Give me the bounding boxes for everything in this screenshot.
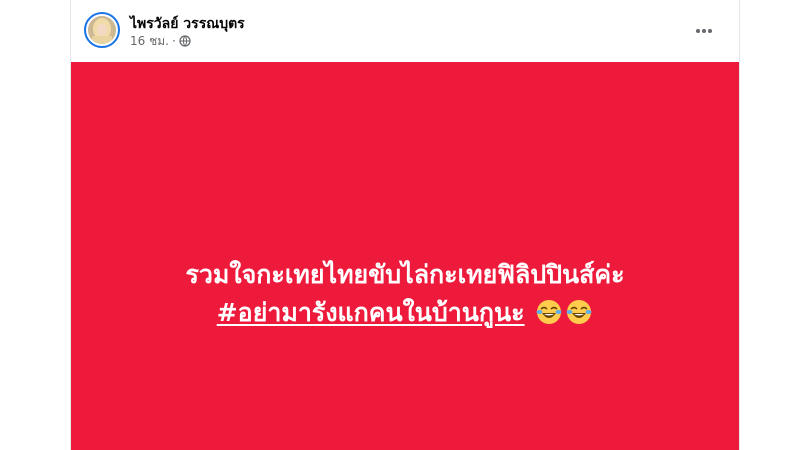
post-meta: 16 ชม. · <box>130 33 191 49</box>
post-text-line-1: รวมใจกะเทยไทยขับไล่กะเทยฟิลิปปินส์ค่ะ <box>185 260 625 289</box>
timestamp[interactable]: 16 ชม. <box>130 32 169 51</box>
post-text-line-2: #อย่ามารังแกคนในบ้านกูนะ <box>71 294 739 332</box>
post-header: ไพรวัลย์ วรรณบุตร 16 ชม. · <box>71 0 739 62</box>
meta-separator: · <box>171 34 176 48</box>
page: ไพรวัลย์ วรรณบุตร 16 ชม. · รวมใจกะเทยไทย… <box>0 0 800 450</box>
post-background: รวมใจกะเทยไทยขับไล่กะเทยฟิลิปปินส์ค่ะ #อ… <box>71 62 739 450</box>
globe-icon[interactable] <box>179 35 191 47</box>
post-text: รวมใจกะเทยไทยขับไล่กะเทยฟิลิปปินส์ค่ะ #อ… <box>71 256 739 332</box>
hashtag-link[interactable]: #อย่ามารังแกคนในบ้านกูนะ <box>217 298 525 327</box>
avatar[interactable] <box>84 12 120 48</box>
more-horizontal-icon <box>696 29 712 33</box>
post-card: ไพรวัลย์ วรรณบุตร 16 ชม. · รวมใจกะเทยไทย… <box>70 0 740 450</box>
face-with-tears-of-joy-icon <box>535 298 563 326</box>
more-options-button[interactable] <box>689 16 719 46</box>
avatar-image <box>88 16 116 44</box>
face-with-tears-of-joy-icon <box>565 298 593 326</box>
